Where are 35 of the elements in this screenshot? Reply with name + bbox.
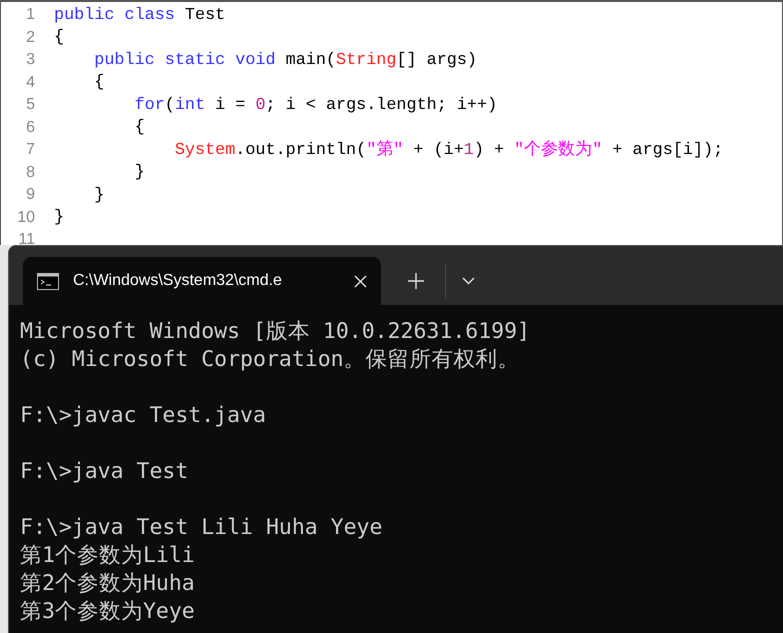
line-number: 1 xyxy=(25,5,36,26)
line-number: 8 xyxy=(25,162,36,183)
console-line: 第2个参数为Huha xyxy=(20,570,196,598)
code-line: public static void main(String[] args) xyxy=(93,50,478,72)
line-number: 5 xyxy=(25,95,36,116)
console-line: F:\>javac Test.java xyxy=(20,402,267,430)
new-tab-icon[interactable] xyxy=(408,273,424,289)
terminal-tab[interactable]: C:\Windows\System32\cmd.e xyxy=(23,257,381,305)
dropdown-chevron-icon[interactable] xyxy=(462,277,475,285)
line-number: 9 xyxy=(25,185,36,206)
code-line: } xyxy=(134,162,145,184)
console-icon xyxy=(37,272,59,290)
code-line: { xyxy=(54,27,64,50)
code-line: for(int i = 0; i < args.length; i++) xyxy=(134,94,498,117)
tab-title: C:\Windows\System32\cmd.e xyxy=(73,271,283,291)
line-number: 11 xyxy=(17,230,36,245)
console-line: 第1个参数为Lili xyxy=(20,542,196,570)
console-line: Microsoft Windows [版本 10.0.22631.6199] xyxy=(20,318,531,346)
code-line: } xyxy=(93,184,104,207)
line-number: 10 xyxy=(16,208,36,228)
line-number: 2 xyxy=(25,28,36,48)
code-line: public class Test xyxy=(54,4,226,27)
line-number: 4 xyxy=(25,72,36,93)
code-line: { xyxy=(134,117,145,140)
console-line: F:\>java Test Lili Huha Yeye xyxy=(20,514,384,542)
console-line: (c) Microsoft Corporation。保留所有权利。 xyxy=(20,346,521,374)
code-line: } xyxy=(54,207,64,230)
console-line: F:\>java Test xyxy=(20,458,190,486)
line-number: 7 xyxy=(25,140,36,160)
close-icon[interactable] xyxy=(354,274,367,288)
code-line: { xyxy=(93,72,104,94)
line-number: 6 xyxy=(25,118,36,138)
code-line: System.out.println("第" + (i+1) + "个参数为" + args[i]); xyxy=(174,139,724,162)
line-number: 3 xyxy=(25,50,36,70)
console-line: 第3个参数为Yeye xyxy=(20,598,196,626)
